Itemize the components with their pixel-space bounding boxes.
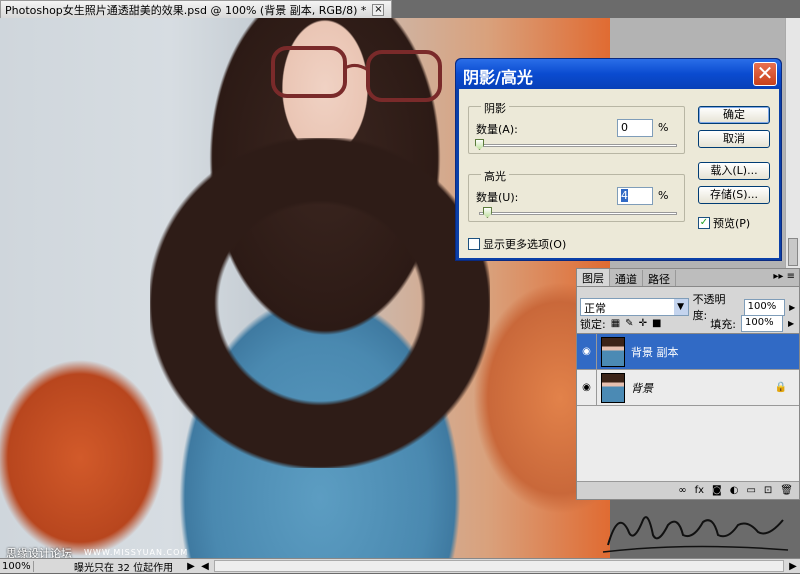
shadows-slider-thumb[interactable] <box>475 139 484 150</box>
photo-hair-shape <box>150 138 490 468</box>
blend-mode-select[interactable]: 正常 ▼ <box>580 298 689 316</box>
layer-row-background-copy[interactable]: ◉ 背景 副本 <box>577 334 799 370</box>
scrollbar-thumb[interactable] <box>788 238 798 266</box>
lock-transparency-icon[interactable]: ▦ <box>611 318 620 329</box>
save-button[interactable]: 存储(S)... <box>698 186 770 204</box>
load-button[interactable]: 载入(L)... <box>698 162 770 180</box>
eye-icon[interactable]: ◉ <box>577 334 597 369</box>
horizontal-scrollbar[interactable] <box>214 560 784 572</box>
highlights-slider-thumb[interactable] <box>482 207 492 218</box>
dialog-titlebar[interactable]: 阴影/高光 <box>456 59 781 89</box>
lock-label: 锁定: <box>580 317 606 331</box>
highlights-amount-label: 数量(U): <box>476 191 519 204</box>
show-more-checkbox-box[interactable] <box>468 238 480 250</box>
mask-icon[interactable]: ◙ <box>712 485 722 496</box>
adjustment-icon[interactable]: ◐ <box>730 485 739 496</box>
layers-toolbar: ∞ fx ◙ ◐ ▭ ⊡ 🗑 <box>577 481 799 499</box>
cancel-button[interactable]: 取消 <box>698 130 770 148</box>
link-icon[interactable]: ∞ <box>678 485 686 496</box>
lock-position-icon[interactable]: ✛ <box>639 318 647 329</box>
preview-checkbox[interactable]: ✓ 预览(P) <box>698 215 750 231</box>
photo-glasses-shape <box>271 46 442 102</box>
show-more-label: 显示更多选项(O) <box>483 238 567 251</box>
lock-pixels-icon[interactable]: ✎ <box>625 318 633 329</box>
shadows-amount-input[interactable]: 0 <box>617 119 653 137</box>
highlights-slider-track[interactable] <box>479 212 677 215</box>
highlights-group: 高光 数量(U): 4 % <box>468 168 685 222</box>
layer-name: 背景 副本 <box>631 345 679 359</box>
preview-check-icon[interactable]: ✓ <box>698 217 710 229</box>
status-info[interactable]: 曝光只在 32 位起作用 <box>34 559 184 574</box>
preview-label: 预览(P) <box>713 217 751 230</box>
shadows-legend: 阴影 <box>481 100 509 116</box>
scroll-left-icon[interactable]: ◀ <box>198 561 212 572</box>
opacity-arrow-icon[interactable]: ▶ <box>789 303 799 312</box>
shadows-amount-label: 数量(A): <box>476 123 518 136</box>
highlights-legend: 高光 <box>481 168 509 184</box>
layer-thumbnail <box>601 336 625 367</box>
tab-layers[interactable]: 图层 <box>577 269 610 286</box>
shadows-percent: % <box>658 121 669 134</box>
new-layer-icon[interactable]: ⊡ <box>764 485 772 496</box>
panel-menu-icon[interactable]: ▸▸ ≡ <box>773 271 795 282</box>
fx-icon[interactable]: fx <box>695 485 704 496</box>
signature-image <box>602 516 789 553</box>
trash-icon[interactable]: 🗑 <box>780 485 793 496</box>
status-menu-arrow-icon[interactable]: ▶ <box>184 561 198 572</box>
shadow-highlight-dialog: 阴影/高光 ✕ 阴影 数量(A): 0 % 高光 数量(U): 4 % 显示更多… <box>455 58 782 261</box>
eye-icon[interactable]: ◉ <box>577 370 597 405</box>
layers-panel: 图层 通道 路径 ▸▸ ≡ 正常 ▼ 不透明度: 100% ▶ 锁定: ▦ ✎ … <box>576 268 800 500</box>
shadows-group: 阴影 数量(A): 0 % <box>468 100 685 154</box>
fill-input[interactable]: 100% <box>741 315 783 332</box>
lock-all-icon[interactable]: ■ <box>652 318 661 329</box>
panel-tabs: 图层 通道 路径 ▸▸ ≡ <box>577 269 799 287</box>
vertical-scrollbar[interactable] <box>785 18 800 268</box>
ok-button[interactable]: 确定 <box>698 106 770 124</box>
fill-label: 填充: <box>710 317 736 331</box>
show-more-options-checkbox[interactable]: 显示更多选项(O) <box>468 236 566 252</box>
layer-thumbnail <box>601 372 625 403</box>
layer-lock-icon: 🔒 <box>774 382 787 393</box>
layer-row-background[interactable]: ◉ 背景 🔒 <box>577 370 799 406</box>
close-icon[interactable]: ✕ <box>753 62 777 86</box>
scroll-right-icon[interactable]: ▶ <box>786 561 800 572</box>
watermark-site: WWW.MISSYUAN.COM <box>84 548 189 557</box>
document-title: Photoshop女生照片通透甜美的效果.psd @ 100% (背景 副本, … <box>5 3 367 17</box>
dialog-body: 阴影 数量(A): 0 % 高光 数量(U): 4 % 显示更多选项(O) 确定… <box>459 89 779 258</box>
group-icon[interactable]: ▭ <box>746 485 755 496</box>
opacity-input[interactable]: 100% <box>743 298 786 316</box>
highlights-percent: % <box>658 189 669 202</box>
chevron-down-icon[interactable]: ▼ <box>673 299 688 315</box>
highlights-amount-input[interactable]: 4 <box>617 187 653 205</box>
layer-list: ◉ 背景 副本 ◉ 背景 🔒 <box>577 333 799 483</box>
close-document-icon[interactable]: × <box>372 3 385 16</box>
layer-name: 背景 <box>631 381 653 395</box>
fill-arrow-icon[interactable]: ▶ <box>788 319 798 328</box>
shadows-slider-track[interactable] <box>479 144 677 147</box>
document-tab[interactable]: Photoshop女生照片通透甜美的效果.psd @ 100% (背景 副本, … <box>0 0 392 18</box>
lock-row: 锁定: ▦ ✎ ✛ ■ 填充: 100% ▶ <box>580 315 798 332</box>
zoom-field[interactable]: 100% <box>0 560 34 572</box>
status-bar: 100% 曝光只在 32 位起作用 ▶ ◀ ▶ <box>0 558 800 574</box>
dialog-title: 阴影/高光 <box>463 68 533 87</box>
tab-paths[interactable]: 路径 <box>643 270 676 286</box>
tab-channels[interactable]: 通道 <box>610 270 643 286</box>
